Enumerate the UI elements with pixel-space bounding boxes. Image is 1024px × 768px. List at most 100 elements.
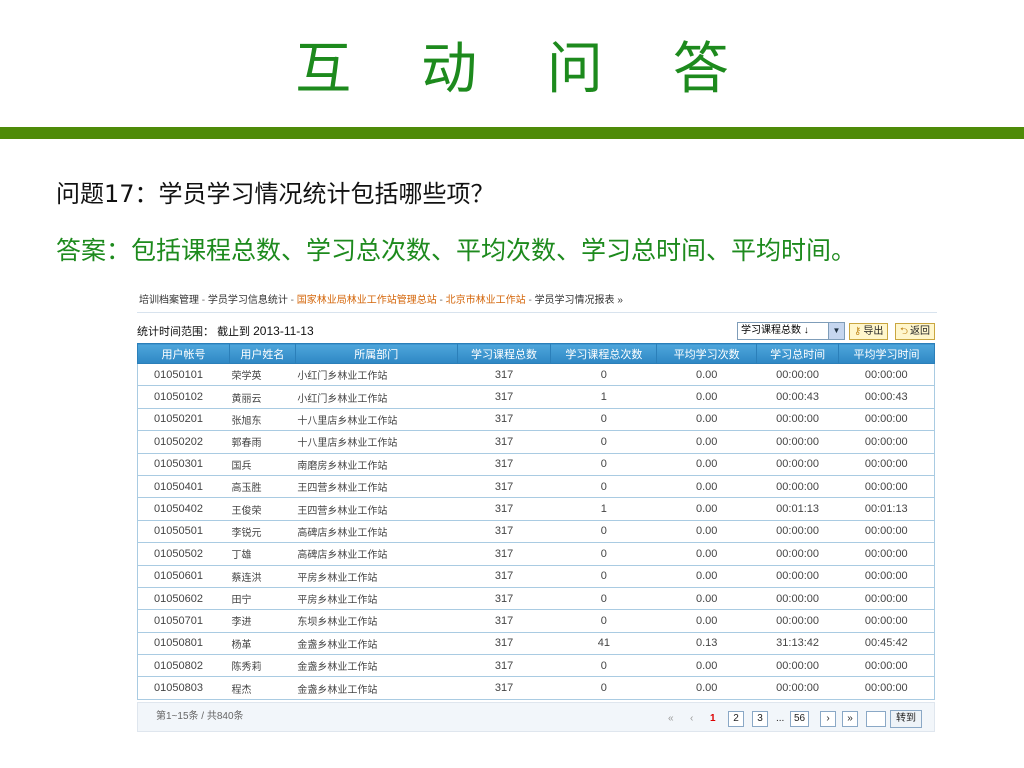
- last-page-number-button[interactable]: 56: [790, 711, 810, 727]
- breadcrumb-item[interactable]: 学员学习信息统计: [208, 295, 288, 306]
- cell-name: 李进: [229, 609, 296, 633]
- cell-name: 陈秀莉: [229, 654, 296, 678]
- table-row[interactable]: 01050602 田宁 平房乡林业工作站 317 0 0.00 00:00:00 00:00:…: [137, 586, 935, 611]
- page-2-button[interactable]: 2: [728, 711, 744, 727]
- prev-page-button[interactable]: ‹: [690, 711, 693, 727]
- column-header[interactable]: 学习课程总次数: [550, 343, 658, 364]
- sort-selected-value: 学习课程总数 ↓: [741, 325, 809, 336]
- column-header[interactable]: 所属部门: [294, 343, 458, 364]
- cell-course-total: 317: [457, 631, 551, 656]
- cell-department: 小红门乡林业工作站: [295, 385, 458, 409]
- column-header[interactable]: 平均学习时间: [838, 343, 935, 364]
- column-header[interactable]: 用户姓名: [228, 343, 296, 364]
- cell-avg-count: 0.00: [656, 407, 757, 432]
- cell-total-time: 00:00:00: [756, 609, 839, 633]
- table-row[interactable]: 01050501 李锐元 高碑店乡林业工作站 317 0 0.00 00:00:00 00:0…: [137, 519, 935, 544]
- table-header-row: 用户帐号 用户姓名 所属部门 学习课程总数 学习课程总次数 平均学习次数 学习总…: [137, 343, 935, 364]
- back-button[interactable]: ⮌ 返回: [895, 323, 936, 340]
- cell-department: 十八里店乡林业工作站: [295, 407, 458, 432]
- page-jump-input[interactable]: [866, 711, 886, 727]
- cell-department: 高碑店乡林业工作站: [295, 519, 458, 544]
- cell-course-total: 317: [457, 452, 551, 476]
- cell-total-time: 00:00:00: [756, 407, 839, 432]
- cell-avg-count: 0.00: [656, 385, 757, 409]
- table-row[interactable]: 01050802 陈秀莉 金盏乡林业工作站 317 0 0.00 00:00:00 00:00…: [137, 654, 935, 678]
- last-page-button[interactable]: »: [842, 711, 858, 727]
- cell-account: 01050602: [137, 586, 230, 611]
- cell-avg-time: 00:00:00: [838, 676, 935, 700]
- cell-name: 杨革: [229, 631, 296, 656]
- table-row[interactable]: 01050202 郭春雨 十八里店乡林业工作站 317 0 0.00 00:00:00 00:…: [137, 430, 935, 454]
- cell-study-count: 1: [550, 497, 657, 521]
- export-button[interactable]: ⚷ 导出: [849, 323, 889, 340]
- cell-study-count: 0: [550, 564, 657, 588]
- table-row[interactable]: 01050801 杨革 金盏乡林业工作站 317 41 0.13 31:13:42 00:45…: [137, 631, 935, 656]
- cell-name: 蔡连洪: [229, 564, 296, 588]
- cell-department: 高碑店乡林业工作站: [295, 542, 458, 566]
- table-row[interactable]: 01050701 李进 东坝乡林业工作站 317 0 0.00 00:00:00 00:00:…: [137, 609, 935, 633]
- cell-department: 十八里店乡林业工作站: [295, 430, 458, 454]
- cell-account: 01050402: [137, 497, 230, 521]
- cell-total-time: 00:01:13: [756, 497, 839, 521]
- table-row[interactable]: 01050402 王俊荣 王四营乡林业工作站 317 1 0.00 00:01:13 00:0…: [137, 497, 935, 521]
- cell-avg-time: 00:00:00: [838, 654, 935, 678]
- cell-avg-time: 00:00:00: [838, 564, 935, 588]
- time-range-caption: 统计时间范围：: [137, 326, 214, 338]
- cell-account: 01050201: [137, 407, 230, 432]
- breadcrumb-current: 学员学习情况报表 »: [534, 295, 623, 306]
- cell-account: 01050802: [137, 654, 230, 678]
- cell-study-count: 0: [550, 676, 657, 700]
- cell-total-time: 00:00:00: [756, 586, 839, 611]
- cell-avg-count: 0.00: [656, 586, 757, 611]
- cell-avg-time: 00:00:00: [838, 519, 935, 544]
- cell-avg-time: 00:00:00: [838, 474, 935, 499]
- cell-account: 01050102: [137, 385, 230, 409]
- chevron-down-icon[interactable]: ▼: [828, 323, 844, 339]
- cell-avg-count: 0.00: [656, 542, 757, 566]
- cell-study-count: 0: [550, 519, 657, 544]
- cell-course-total: 317: [457, 407, 551, 432]
- table-row[interactable]: 01050601 蔡连洪 平房乡林业工作站 317 0 0.00 00:00:00 00:00…: [137, 564, 935, 588]
- table-row[interactable]: 01050301 国兵 南磨房乡林业工作站 317 0 0.00 00:00:00 00:00…: [137, 452, 935, 476]
- table-row[interactable]: 01050502 丁雄 高碑店乡林业工作站 317 0 0.00 00:00:00 00:00…: [137, 542, 935, 566]
- breadcrumb-item[interactable]: 培训档案管理: [139, 295, 199, 306]
- sort-select[interactable]: 学习课程总数 ↓ ▼: [737, 322, 845, 340]
- column-header[interactable]: 学习课程总数: [456, 343, 552, 364]
- student-report-table: 用户帐号 用户姓名 所属部门 学习课程总数 学习课程总次数 平均学习次数 学习总…: [137, 343, 935, 700]
- page-3-button[interactable]: 3: [752, 711, 768, 727]
- breadcrumb-separator: -: [436, 295, 446, 306]
- cell-avg-time: 00:01:13: [838, 497, 935, 521]
- table-row[interactable]: 01050102 黄丽云 小红门乡林业工作站 317 1 0.00 00:00:43 00:0…: [137, 385, 935, 409]
- cell-department: 王四营乡林业工作站: [295, 474, 458, 499]
- column-header[interactable]: 用户帐号: [137, 343, 230, 364]
- table-row[interactable]: 01050101 荣学英 小红门乡林业工作站 317 0 0.00 00:00:00 00:0…: [137, 362, 935, 387]
- pagination-summary: 第1~15条 / 共840条: [156, 711, 244, 722]
- column-header[interactable]: 学习总时间: [756, 343, 840, 364]
- next-page-button[interactable]: ›: [820, 711, 836, 727]
- cell-name: 张旭东: [229, 407, 296, 432]
- table-row[interactable]: 01050401 高玉胜 王四营乡林业工作站 317 0 0.00 00:00:00 00:0…: [137, 474, 935, 499]
- breadcrumb-separator: -: [287, 295, 297, 306]
- time-range-prefix: 截止到: [217, 326, 251, 338]
- cell-name: 李锐元: [229, 519, 296, 544]
- breadcrumb-link[interactable]: 国家林业局林业工作站管理总站: [297, 295, 437, 306]
- cell-department: 平房乡林业工作站: [295, 564, 458, 588]
- table-row[interactable]: 01050201 张旭东 十八里店乡林业工作站 317 0 0.00 00:00:00 00:…: [137, 407, 935, 432]
- column-header[interactable]: 平均学习次数: [656, 343, 758, 364]
- cell-total-time: 00:00:00: [756, 564, 839, 588]
- report-screenshot-panel: 培训档案管理 - 学员学习信息统计 - 国家林业局林业工作站管理总站 - 北京市…: [137, 290, 937, 736]
- breadcrumb-separator: -: [525, 295, 535, 306]
- cell-study-count: 0: [550, 654, 657, 678]
- question-text: 问题17：学员学习情况统计包括哪些项？: [56, 180, 495, 208]
- cell-study-count: 0: [550, 474, 657, 499]
- cell-avg-time: 00:00:00: [838, 407, 935, 432]
- table-row[interactable]: 01050803 程杰 金盏乡林业工作站 317 0 0.00 00:00:00 00:00:…: [137, 676, 935, 700]
- cell-department: 金盏乡林业工作站: [295, 676, 458, 700]
- cell-avg-time: 00:00:00: [838, 452, 935, 476]
- cell-total-time: 31:13:42: [756, 631, 839, 656]
- go-to-page-button[interactable]: 转到: [890, 710, 922, 728]
- first-page-button[interactable]: «: [668, 711, 674, 727]
- breadcrumb-separator: -: [199, 295, 208, 306]
- cell-study-count: 0: [550, 430, 657, 454]
- breadcrumb-link[interactable]: 北京市林业工作站: [446, 295, 526, 306]
